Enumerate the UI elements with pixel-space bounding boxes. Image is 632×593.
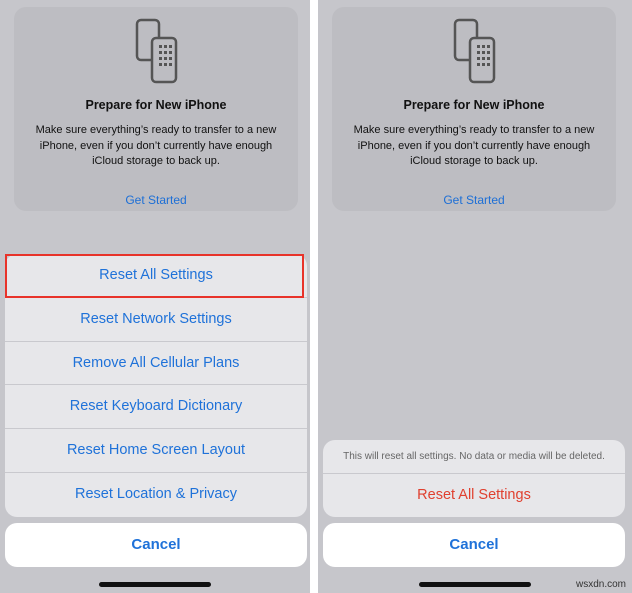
get-started-link[interactable]: Get Started (332, 193, 616, 207)
card-title: Prepare for New iPhone (85, 98, 227, 112)
card-title: Prepare for New iPhone (403, 98, 545, 112)
reset-keyboard-dictionary-button[interactable]: Reset Keyboard Dictionary (5, 385, 307, 430)
reset-home-screen-layout-button[interactable]: Reset Home Screen Layout (5, 429, 307, 473)
two-phones-icon (453, 18, 496, 84)
divider (310, 0, 318, 593)
reset-options-sheet: Reset All Settings Reset Network Setting… (5, 254, 307, 517)
confirm-reset-all-settings-button[interactable]: Reset All Settings (323, 474, 625, 517)
watermark: wsxdn.com (575, 579, 626, 590)
confirm-sheet: This will reset all settings. No data or… (323, 440, 625, 517)
reset-network-settings-button[interactable]: Reset Network Settings (5, 298, 307, 342)
get-started-link[interactable]: Get Started (14, 193, 298, 207)
prepare-card: Prepare for New iPhone Make sure everyth… (332, 7, 616, 211)
home-indicator (99, 582, 211, 587)
cancel-button[interactable]: Cancel (5, 523, 307, 567)
prepare-card: Prepare for New iPhone Make sure everyth… (14, 7, 298, 211)
remove-cellular-plans-button[interactable]: Remove All Cellular Plans (5, 342, 307, 386)
left-screen: Prepare for New iPhone Make sure everyth… (0, 0, 310, 593)
cancel-button[interactable]: Cancel (323, 523, 625, 567)
reset-location-privacy-button[interactable]: Reset Location & Privacy (5, 473, 307, 517)
card-description: Make sure everything’s ready to transfer… (353, 124, 595, 167)
home-indicator (419, 582, 531, 587)
confirm-message: This will reset all settings. No data or… (323, 440, 625, 474)
card-description: Make sure everything’s ready to transfer… (35, 124, 277, 167)
two-phones-icon (135, 18, 178, 84)
right-screen: Prepare for New iPhone Make sure everyth… (318, 0, 632, 593)
reset-all-settings-button[interactable]: Reset All Settings (5, 254, 307, 298)
